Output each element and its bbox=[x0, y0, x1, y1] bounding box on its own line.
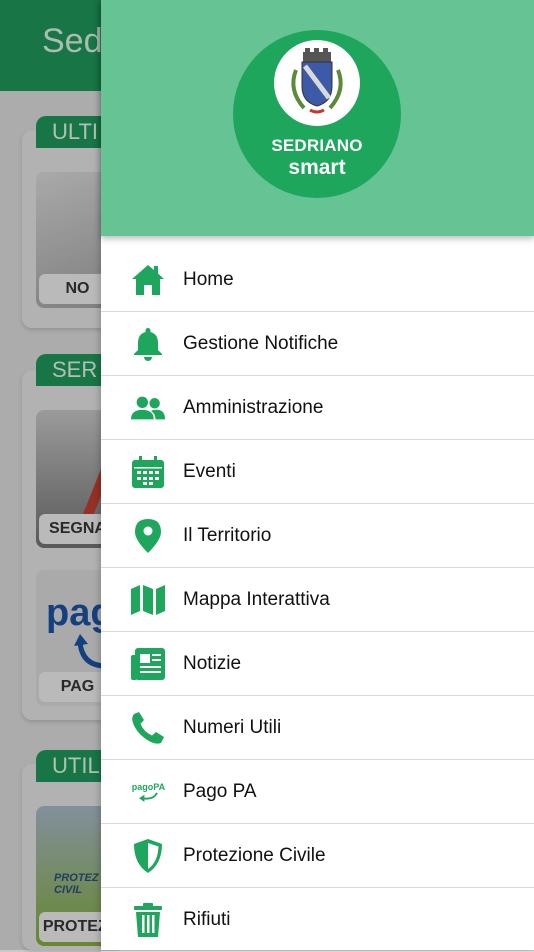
menu-label-mappa-interattiva: Mappa Interattiva bbox=[183, 588, 330, 610]
menu-label-protezione-civile: Protezione Civile bbox=[183, 844, 326, 866]
menu-label-numeri-utili: Numeri Utili bbox=[183, 716, 282, 738]
sedriano-smart-logo: SEDRIANO smart bbox=[233, 30, 401, 198]
shield-icon bbox=[130, 838, 166, 874]
menu-item-rifiuti[interactable]: Rifiuti bbox=[101, 888, 534, 952]
menu-item-eventi[interactable]: Eventi bbox=[101, 440, 534, 504]
home-icon bbox=[130, 262, 166, 298]
menu-item-pago-pa[interactable]: pagoPA Pago PA bbox=[101, 760, 534, 824]
menu-item-notizie[interactable]: Notizie bbox=[101, 632, 534, 696]
newspaper-icon bbox=[130, 646, 166, 682]
pagopa-icon-text: pagoPA bbox=[132, 782, 166, 792]
menu-label-home: Home bbox=[183, 268, 234, 290]
menu-item-numeri-utili[interactable]: Numeri Utili bbox=[101, 696, 534, 760]
pagopa-icon: pagoPA bbox=[130, 774, 166, 810]
menu-item-amministrazione[interactable]: Amministrazione bbox=[101, 376, 534, 440]
menu-label-eventi: Eventi bbox=[183, 460, 236, 482]
users-icon bbox=[130, 390, 166, 426]
menu-label-gestione-notifiche: Gestione Notifiche bbox=[183, 332, 339, 354]
menu-label-pago-pa: Pago PA bbox=[183, 780, 257, 802]
phone-icon bbox=[130, 710, 166, 746]
bell-icon bbox=[130, 326, 166, 362]
menu-item-gestione-notifiche[interactable]: Gestione Notifiche bbox=[101, 312, 534, 376]
map-icon bbox=[130, 582, 166, 618]
navigation-drawer: SEDRIANO smart Home Gestione Notifiche A… bbox=[101, 0, 534, 952]
menu-item-il-territorio[interactable]: Il Territorio bbox=[101, 504, 534, 568]
drawer-header: SEDRIANO smart bbox=[101, 0, 534, 236]
coat-of-arms-icon bbox=[274, 40, 360, 126]
menu-label-il-territorio: Il Territorio bbox=[183, 524, 272, 546]
trash-icon bbox=[130, 902, 166, 938]
menu-label-amministrazione: Amministrazione bbox=[183, 396, 324, 418]
logo-text-smart: smart bbox=[288, 156, 346, 179]
calendar-icon bbox=[130, 454, 166, 490]
menu-item-home[interactable]: Home bbox=[101, 248, 534, 312]
menu-item-protezione-civile[interactable]: Protezione Civile bbox=[101, 824, 534, 888]
menu-item-mappa-interattiva[interactable]: Mappa Interattiva bbox=[101, 568, 534, 632]
menu-label-rifiuti: Rifiuti bbox=[183, 908, 231, 930]
drawer-menu: Home Gestione Notifiche Amministrazione … bbox=[101, 248, 534, 952]
menu-label-notizie: Notizie bbox=[183, 652, 242, 674]
map-pin-icon bbox=[130, 518, 166, 554]
logo-text-sedriano: SEDRIANO bbox=[271, 136, 363, 155]
